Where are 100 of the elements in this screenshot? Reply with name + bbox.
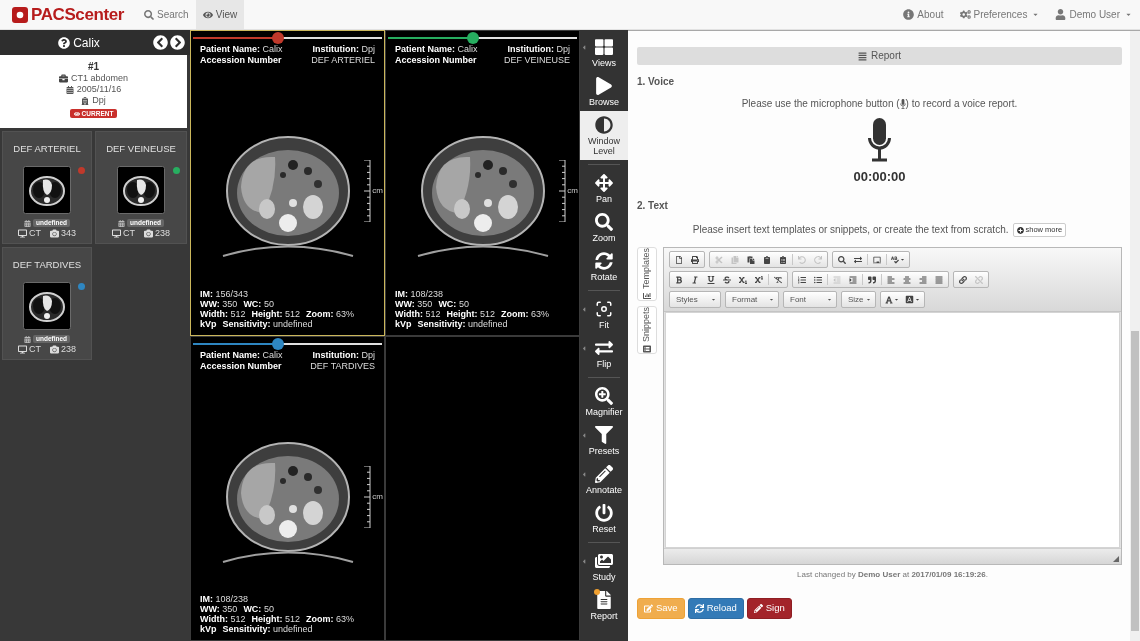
caret-icon: [769, 297, 774, 302]
overlay-text: WW: 350: [200, 298, 238, 309]
microphone-icon[interactable]: [867, 118, 892, 162]
scrollbar[interactable]: [1130, 31, 1140, 641]
caret-icon: [866, 297, 871, 302]
clear-format-icon: [774, 275, 782, 284]
search-icon: [595, 213, 613, 231]
tool-button[interactable]: Report: [580, 586, 628, 625]
section-heading: 2. Text: [637, 200, 669, 212]
rotate-icon: [595, 252, 613, 270]
slider-thumb[interactable]: [467, 32, 480, 44]
nav-link[interactable]: Preferences: [951, 0, 1048, 29]
unlink-icon: [975, 275, 983, 284]
scrollbar-thumb[interactable]: [1131, 331, 1139, 631]
tool-button[interactable]: Presets: [580, 421, 628, 460]
overlay-text: IM: 108/238: [395, 288, 444, 299]
user-icon: [1055, 9, 1067, 20]
dropdown-select[interactable]: Font: [783, 291, 837, 308]
slider-thumb[interactable]: [272, 337, 285, 350]
power-icon: [595, 504, 613, 522]
overlay-text: WW: 350: [200, 604, 238, 614]
brand-name[interactable]: PACScenter: [31, 4, 124, 25]
overlay-text: Width: 512: [200, 614, 246, 624]
action-button[interactable]: Reload: [687, 598, 744, 619]
calendar-icon: [117, 219, 125, 227]
tool-button[interactable]: Magnifier: [580, 382, 628, 421]
calendar-icon: [65, 85, 74, 94]
resize-grip-icon[interactable]: [1113, 556, 1119, 562]
tool-button[interactable]: Flip: [580, 334, 628, 373]
tool-button[interactable]: Views: [580, 33, 628, 72]
overlay-text: Institution: Dpj: [312, 349, 375, 361]
logo-icon: [12, 6, 28, 23]
nav-link[interactable]: About: [895, 0, 952, 29]
viewport[interactable]: Patient Name: Calix Institution: Dpj Accession Number DEF VEINEUSE cm IM: 108/238 WW: 350 WC: 50 Width: 512 Height: 512 Zoom: 63% kVp Sensitivity: undefined: [385, 30, 580, 336]
tool-button[interactable]: Browse: [580, 72, 628, 111]
play-icon: [595, 77, 613, 95]
tool-button[interactable]: Reset: [580, 499, 628, 538]
dropdown-select[interactable]: Styles: [669, 291, 721, 308]
viewport[interactable]: Patient Name: Calix Institution: Dpj Accession Number DEF TARDIVES cm IM: 108/238 WW: 350 WC: 50 Width: 512 Height: 512 Zoom: 63% kVp Sensitivity: undefined: [190, 335, 385, 641]
refresh-icon: [694, 604, 704, 613]
overlay-text: kVp: [200, 624, 217, 634]
bullet-list-icon: [814, 275, 822, 284]
briefcase-icon: [58, 74, 68, 83]
funnel-icon: [595, 426, 613, 444]
indent-icon: [849, 275, 857, 284]
chevron-left-icon: [153, 35, 168, 50]
overlay-text: Sensitivity: undefined: [222, 624, 313, 634]
outdent-icon: [833, 275, 841, 284]
series-slider[interactable]: [388, 32, 577, 44]
next-button[interactable]: [170, 35, 185, 50]
ruler-icon: [363, 465, 371, 528]
previous-button[interactable]: [153, 35, 168, 50]
study-number: #1: [87, 60, 100, 73]
caret-icon: [827, 297, 832, 302]
zoom-in-icon: [595, 387, 613, 405]
study-date: 2005/11/16: [76, 84, 122, 95]
undo-icon: [798, 255, 806, 264]
list-icon: [643, 345, 651, 354]
camera-icon: [50, 229, 59, 238]
tool-button[interactable]: Annotate: [580, 460, 628, 499]
nav-link[interactable]: Demo User: [1047, 0, 1140, 29]
overlay-text: kVp: [200, 318, 217, 329]
dropdown-select[interactable]: Size: [841, 291, 876, 308]
nav-tab[interactable]: Search: [137, 0, 196, 29]
side-tab[interactable]: Templates: [637, 247, 657, 302]
series-title: DEF VEINEUSE: [106, 143, 176, 154]
plus-icon: [1016, 226, 1024, 234]
series-slider[interactable]: [193, 32, 382, 44]
tool-button[interactable]: Zoom: [580, 208, 628, 247]
side-tab[interactable]: Snippets: [637, 306, 657, 355]
overlay-text: WC: 50: [243, 298, 274, 309]
overlay-text: Sensitivity: undefined: [222, 318, 313, 329]
ruler-unit: cm: [567, 186, 578, 195]
series-slider[interactable]: [193, 337, 382, 350]
tool-button[interactable]: Rotate: [580, 247, 628, 286]
contrast-icon: [595, 116, 613, 134]
calendar-icon: [23, 219, 31, 227]
slider-thumb[interactable]: [272, 32, 285, 44]
search-icon: [144, 9, 154, 20]
tool-button[interactable]: Study: [580, 547, 628, 586]
ruler-icon: [558, 160, 566, 222]
superscript-icon: [755, 275, 763, 284]
text-hint: Please insert text templates or snippets, or create the text from scratch.: [692, 224, 1009, 236]
dropdown-select[interactable]: Format: [725, 291, 779, 308]
viewport[interactable]: Patient Name: Calix Institution: Dpj Accession Number DEF ARTERIEL cm IM: 156/343 WW: 350 WC: 50 Width: 512 Height: 512 Zoom: 63% kVp Sensitivity: undefined: [190, 30, 385, 336]
thumbnail-drawing: [117, 166, 165, 214]
ruler-unit: cm: [372, 186, 383, 195]
nav-tab[interactable]: View: [195, 0, 245, 29]
overlay-text: DEF TARDIVES: [310, 360, 375, 372]
tool-button[interactable]: Pan: [580, 169, 628, 208]
tool-button[interactable]: Fit: [580, 295, 628, 334]
overlay-text: IM: 108/238: [200, 594, 249, 604]
chevron-right-icon: [170, 35, 185, 50]
tool-button[interactable]: Window Level: [580, 111, 628, 160]
series-title: DEF TARDIVES: [12, 259, 82, 270]
clipboard-list-icon: [779, 255, 787, 264]
overlay-text: WC: 50: [438, 298, 469, 309]
redo-icon: [814, 255, 822, 264]
action-button[interactable]: Sign: [746, 598, 792, 619]
align-center-icon: [903, 275, 911, 284]
